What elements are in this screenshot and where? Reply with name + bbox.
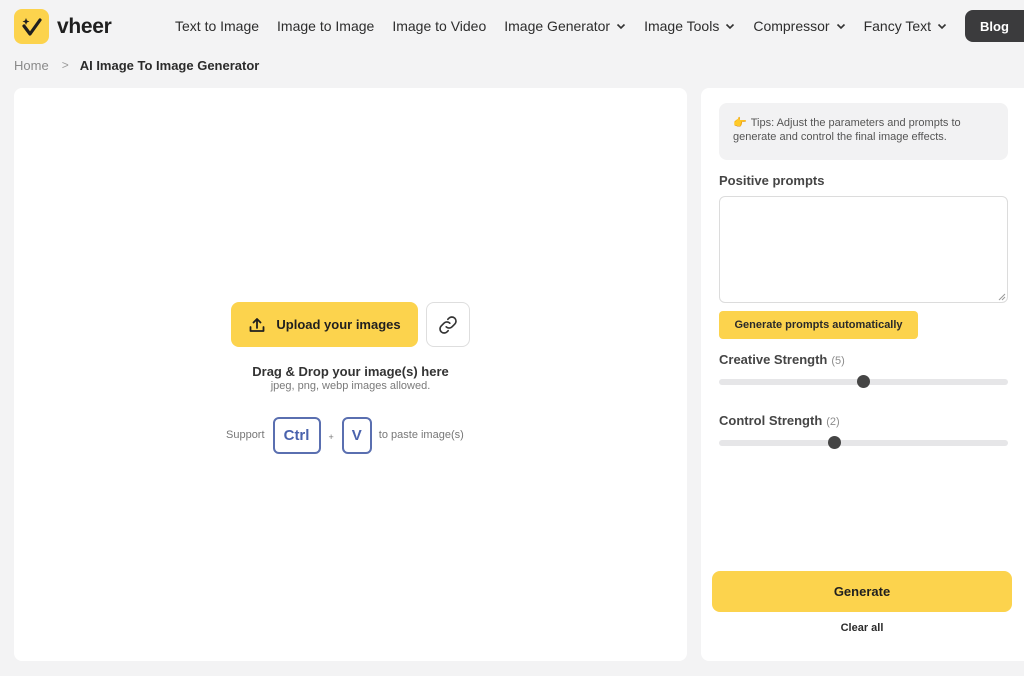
control-strength-slider[interactable] (719, 436, 1008, 449)
allowed-formats-text: jpeg, png, webp images allowed. (270, 380, 431, 392)
blog-button[interactable]: Blog (965, 10, 1024, 42)
tips-box: 👉 Tips: Adjust the parameters and prompts… (719, 103, 1008, 160)
nav-item-image-to-image[interactable]: Image to Image (277, 18, 374, 34)
generate-prompts-button[interactable]: Generate prompts automatically (719, 311, 918, 339)
chevron-down-icon (937, 23, 947, 30)
pointing-hand-icon: 👉 (733, 117, 747, 129)
main-nav: Text to Image Image to Image Image to Vi… (166, 0, 956, 52)
nav-item-fancy-text[interactable]: Fancy Text (864, 18, 947, 34)
upload-images-button[interactable]: Upload your images (231, 302, 418, 347)
control-strength-slider-thumb[interactable] (828, 436, 842, 449)
control-strength-label: Control Strength (2) (719, 413, 840, 428)
drag-drop-title: Drag & Drop your image(s) here (252, 364, 449, 379)
creative-strength-slider[interactable] (719, 375, 1008, 388)
breadcrumb: Home > AI Image To Image Generator (14, 56, 259, 74)
tips-text: Tips: Adjust the parameters and prompts … (733, 117, 961, 143)
logo-text: vheer (57, 14, 112, 38)
v-key-badge: V (341, 416, 372, 454)
upload-panel[interactable]: Upload your images Drag & Drop your imag… (14, 88, 687, 661)
resize-grip-icon[interactable] (998, 293, 1006, 301)
upload-icon (249, 317, 265, 332)
positive-prompts-input[interactable] (719, 196, 1008, 303)
plus-sign: + (328, 432, 334, 442)
chevron-down-icon (726, 23, 735, 30)
logo[interactable]: vheer (14, 9, 112, 44)
creative-strength-label: Creative Strength (5) (719, 352, 845, 367)
breadcrumb-separator: > (61, 58, 69, 72)
positive-prompts-label: Positive prompts (719, 173, 825, 188)
control-strength-value: (2) (826, 416, 840, 428)
chevron-down-icon (836, 23, 845, 30)
nav-item-text-to-image[interactable]: Text to Image (175, 18, 259, 34)
ctrl-key-badge: Ctrl (272, 416, 321, 454)
clear-all-button[interactable]: Clear all (712, 622, 1012, 634)
url-link-button[interactable] (426, 302, 470, 347)
nav-item-image-tools[interactable]: Image Tools (644, 18, 735, 34)
nav-item-image-generator[interactable]: Image Generator (504, 18, 626, 34)
paste-hint-prefix: Support (226, 429, 265, 441)
chevron-down-icon (617, 23, 626, 30)
breadcrumb-current: AI Image To Image Generator (79, 57, 260, 73)
logo-badge-icon (14, 9, 49, 44)
breadcrumb-home-link[interactable]: Home (14, 58, 49, 73)
generate-button[interactable]: Generate (712, 571, 1012, 612)
top-nav-bar: vheer Text to Image Image to Image Image… (0, 0, 1024, 52)
nav-item-image-to-video[interactable]: Image to Video (392, 18, 486, 34)
paste-hint-suffix: to paste image(s) (378, 429, 464, 441)
settings-panel: 👉 Tips: Adjust the parameters and prompts… (701, 88, 1024, 661)
creative-strength-value: (5) (831, 355, 845, 367)
creative-strength-slider-thumb[interactable] (857, 375, 870, 388)
link-icon (439, 315, 457, 334)
nav-item-compressor[interactable]: Compressor (753, 18, 845, 34)
upload-images-label: Upload your images (276, 317, 401, 332)
paste-hint: Support Ctrl + V to paste image(s) (226, 416, 464, 454)
